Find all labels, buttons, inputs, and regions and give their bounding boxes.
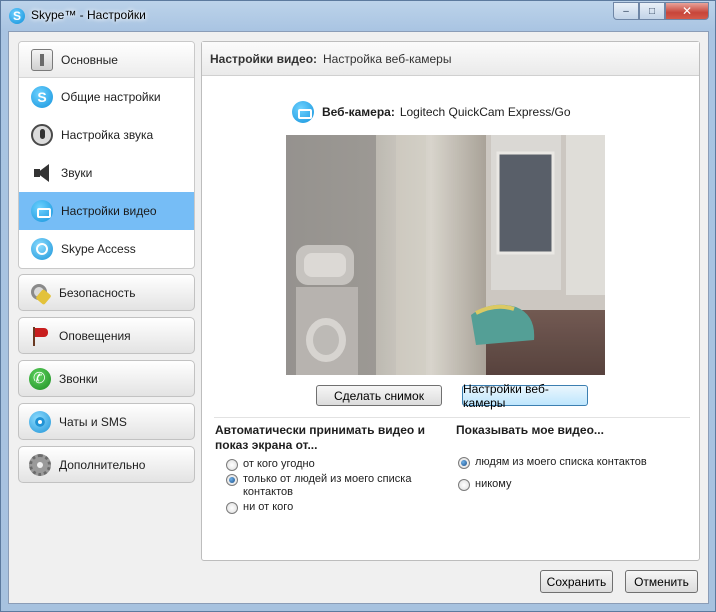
show-video-contacts-radio[interactable]: людям из моего списка контактов [458, 456, 647, 469]
panel-title: Настройки видео: [210, 51, 318, 66]
skype-logo-icon: S [9, 8, 25, 24]
sidebar-item-label: Звуки [61, 166, 93, 180]
radio-label: людям из моего списка контактов [475, 456, 647, 468]
radio-label-line1: только от людей из моего списка [243, 473, 412, 485]
keys-icon [29, 282, 51, 304]
sidebar-item-audio-settings[interactable]: Настройка звука [19, 116, 194, 154]
auto-accept-contacts-radio[interactable]: только от людей из моего списка контакто… [226, 473, 411, 499]
take-snapshot-button[interactable]: Сделать снимок [316, 385, 442, 406]
close-button[interactable]: ✕ [665, 2, 709, 20]
webcam-line: Веб-камера: Logitech QuickCam Express/Go [292, 101, 571, 123]
sidebar-category-security[interactable]: Безопасность [18, 274, 195, 311]
sidebar-item-label: Настройка звука [61, 128, 154, 142]
sidebar-header-general[interactable]: Основные [19, 42, 194, 78]
sidebar-category-label: Оповещения [59, 328, 131, 343]
sidebar-header-label: Основные [61, 52, 118, 67]
show-video-title: Показывать мое видео... [456, 423, 604, 437]
radio-dot [458, 479, 470, 491]
auto-accept-title-line2: показ экрана от... [215, 438, 318, 452]
show-video-nobody-radio[interactable]: никому [458, 478, 511, 491]
radio-label: никому [475, 478, 512, 490]
sidebar-item-video-settings[interactable]: Настройки видео [19, 192, 194, 230]
sidebar-category-notifications[interactable]: Оповещения [18, 317, 195, 354]
skype-access-icon [31, 238, 53, 260]
radio-label-line2: контактов [243, 486, 293, 498]
sidebar-item-general-settings[interactable]: S Общие настройки [19, 78, 194, 116]
chat-icon [29, 410, 51, 433]
sidebar-category-label: Безопасность [59, 285, 136, 300]
sidebar-item-label: Skype Access [61, 242, 136, 256]
sidebar-item-sounds[interactable]: Звуки [19, 154, 194, 192]
sidebar-category-calls[interactable]: Звонки [18, 360, 195, 397]
video-settings-panel: Настройки видео: Настройка веб-камеры Ве… [201, 41, 700, 561]
radio-dot [458, 457, 470, 469]
auto-accept-title-line1: Автоматически принимать видео и [215, 423, 425, 437]
video-icon [31, 200, 53, 222]
sidebar-item-label: Общие настройки [61, 90, 161, 104]
panel-header: Настройки видео: Настройка веб-камеры [202, 42, 699, 76]
minimize-button[interactable]: – [613, 2, 639, 20]
gear-icon [29, 453, 51, 476]
microphone-icon [31, 124, 53, 146]
settings-window: S Skype™ - Настройки – □ ✕ Основные S Об… [0, 0, 716, 612]
radio-label: только от людей из моего списка контакто… [243, 473, 411, 499]
auto-accept-anyone-radio[interactable]: от кого угодно [226, 458, 315, 471]
radio-label: от кого угодно [243, 458, 315, 470]
window-controls: – □ ✕ [613, 2, 709, 22]
panel-subtitle: Настройка веб-камеры [323, 51, 452, 66]
sidebar-item-skype-access[interactable]: Skype Access [19, 230, 194, 268]
auto-accept-title: Автоматически принимать видео и показ эк… [215, 423, 425, 453]
webcam-preview [286, 135, 605, 375]
sidebar-item-label: Настройки видео [61, 204, 157, 218]
phone-icon [29, 367, 51, 390]
save-button[interactable]: Сохранить [540, 570, 613, 593]
webcam-settings-button[interactable]: Настройки веб-камеры [462, 382, 588, 410]
flag-icon [29, 325, 51, 347]
sidebar-category-label: Чаты и SMS [59, 414, 127, 429]
radio-dot [226, 474, 238, 486]
cancel-button[interactable]: Отменить [625, 570, 698, 593]
sidebar-category-label: Дополнительно [59, 457, 146, 472]
radio-dot [226, 502, 238, 514]
maximize-button[interactable]: □ [639, 2, 665, 20]
speaker-icon [31, 162, 53, 184]
switch-icon [31, 48, 53, 71]
webcam-name: Logitech QuickCam Express/Go [399, 105, 571, 119]
sidebar-category-advanced[interactable]: Дополнительно [18, 446, 195, 483]
radio-label: ни от кого [243, 501, 294, 513]
sidebar-main-group: Основные S Общие настройки Настройка зву… [18, 41, 195, 269]
skype-icon: S [31, 86, 53, 108]
section-divider [214, 417, 690, 418]
webcam-preview-image [286, 135, 605, 375]
webcam-label: Веб-камера: [322, 105, 395, 119]
sidebar-category-label: Звонки [59, 371, 98, 386]
webcam-icon [292, 101, 314, 123]
window-title: Skype™ - Настройки [31, 8, 146, 22]
title-bar[interactable]: S Skype™ - Настройки – □ ✕ [1, 1, 715, 31]
sidebar-category-chats-sms[interactable]: Чаты и SMS [18, 403, 195, 440]
radio-dot [226, 459, 238, 471]
window-client-area: Основные S Общие настройки Настройка зву… [8, 31, 709, 604]
auto-accept-nobody-radio[interactable]: ни от кого [226, 501, 293, 514]
